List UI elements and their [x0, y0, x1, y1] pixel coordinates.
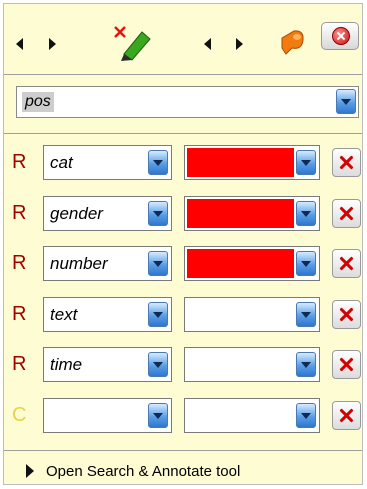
eraser-pen-icon[interactable]: [112, 24, 152, 67]
color-select[interactable]: [184, 398, 320, 433]
selector-divider: [4, 133, 362, 134]
feature-row: Rnumber: [4, 246, 362, 282]
color-select[interactable]: [184, 297, 320, 332]
remove-row-button[interactable]: [332, 249, 361, 278]
pos-select[interactable]: pos: [16, 86, 359, 118]
feature-select[interactable]: number: [43, 246, 172, 281]
feature-select[interactable]: text: [43, 297, 172, 332]
chevron-down-icon[interactable]: [296, 302, 316, 327]
prev-arrow-left-group-icon[interactable]: [16, 38, 23, 50]
feature-select[interactable]: time: [43, 347, 172, 382]
toolbar-divider: [4, 74, 362, 75]
feature-select-value: time: [50, 355, 83, 374]
close-circle-icon: [332, 27, 350, 45]
next-arrow-right-group-icon[interactable]: [236, 38, 243, 50]
toolbar: [4, 4, 362, 74]
feature-row: Rtime: [4, 347, 362, 383]
row-type-label: R: [12, 252, 27, 274]
pos-select-arrow-wrap[interactable]: [334, 87, 358, 117]
color-swatch: [187, 148, 294, 177]
remove-row-button[interactable]: [332, 199, 361, 228]
feature-row: Rgender: [4, 196, 362, 232]
chevron-down-icon[interactable]: [148, 352, 168, 377]
chevron-down-icon[interactable]: [148, 201, 168, 226]
row-type-label: R: [12, 151, 27, 173]
open-search-annotate-label: Open Search & Annotate tool: [46, 463, 241, 480]
chevron-down-icon[interactable]: [148, 302, 168, 327]
feature-select-value: number: [50, 254, 108, 273]
row-type-label: R: [12, 353, 27, 375]
color-select[interactable]: [184, 347, 320, 382]
chevron-down-icon[interactable]: [336, 89, 356, 114]
remove-row-button[interactable]: [332, 350, 361, 379]
color-swatch: [187, 249, 294, 278]
prev-arrow-right-group-icon[interactable]: [204, 38, 211, 50]
remove-row-button[interactable]: [332, 148, 361, 177]
color-select[interactable]: [184, 145, 320, 180]
feature-select-value: cat: [50, 153, 73, 172]
feature-select[interactable]: gender: [43, 196, 172, 231]
feature-select-value: gender: [50, 204, 103, 223]
feature-select[interactable]: cat: [43, 145, 172, 180]
next-arrow-left-group-icon[interactable]: [49, 38, 56, 50]
feature-select-value: text: [50, 305, 78, 324]
disclosure-triangle-icon[interactable]: [26, 464, 34, 478]
chevron-down-icon[interactable]: [296, 251, 316, 276]
chevron-down-icon[interactable]: [296, 352, 316, 377]
chevron-down-icon[interactable]: [296, 201, 316, 226]
open-search-annotate-toggle[interactable]: Open Search & Annotate tool: [4, 459, 362, 484]
pos-select-value: pos: [22, 92, 54, 112]
feature-select[interactable]: [43, 398, 172, 433]
annotation-panel: pos Rcat Rgender Rnumber Rtext Rtime C Open S…: [3, 3, 363, 485]
feature-row: Rtext: [4, 297, 362, 333]
chevron-down-icon[interactable]: [148, 251, 168, 276]
chevron-down-icon[interactable]: [296, 150, 316, 175]
remove-row-button[interactable]: [332, 300, 361, 329]
chevron-down-icon[interactable]: [148, 403, 168, 428]
color-select[interactable]: [184, 246, 320, 281]
row-type-label: R: [12, 303, 27, 325]
color-select[interactable]: [184, 196, 320, 231]
close-button[interactable]: [321, 22, 359, 50]
speaker-flag-icon[interactable]: [276, 28, 306, 61]
feature-row: Rcat: [4, 145, 362, 181]
chevron-down-icon[interactable]: [296, 403, 316, 428]
remove-row-button[interactable]: [332, 401, 361, 430]
row-type-label: C: [12, 404, 27, 426]
feature-row: C: [4, 398, 362, 434]
color-swatch: [187, 199, 294, 228]
footer-divider: [4, 450, 362, 451]
row-type-label: R: [12, 202, 27, 224]
chevron-down-icon[interactable]: [148, 150, 168, 175]
